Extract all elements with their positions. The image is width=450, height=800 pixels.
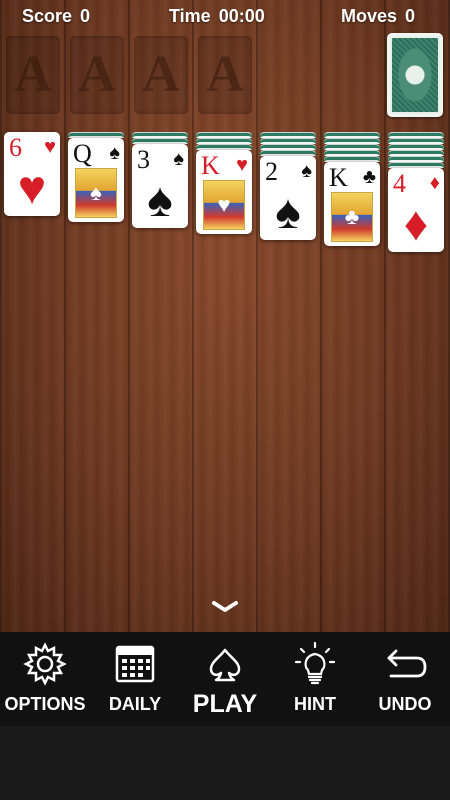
card-rank: 4 bbox=[393, 169, 406, 198]
card-suit-pip: ♥ bbox=[236, 154, 248, 176]
score-label: Score bbox=[22, 6, 73, 26]
face-up-card[interactable]: 4 ♦ ♦ bbox=[388, 168, 444, 252]
chevron-down-icon[interactable] bbox=[206, 598, 244, 616]
hint-label: HINT bbox=[294, 694, 336, 714]
card-suit-pip: ♠ bbox=[173, 148, 184, 170]
time-value: 00:00 bbox=[218, 6, 265, 26]
daily-button[interactable]: DAILY bbox=[90, 632, 180, 726]
card-suit-pip: ♥ bbox=[44, 136, 56, 158]
game-screen: Score 0 Time 00:00 Moves 0 A A A A 6 ♥ ♥ Q ♠ ♠ 3 ♠… bbox=[0, 0, 450, 800]
card-rank: Q bbox=[73, 139, 92, 168]
tableau-pile-4[interactable]: K ♥ ♥ bbox=[196, 132, 254, 234]
calendar-icon bbox=[90, 642, 180, 683]
card-center-suit: ♠ bbox=[275, 186, 301, 239]
tableau-pile-7[interactable]: 4 ♦ ♦ bbox=[388, 132, 446, 252]
score-value: 0 bbox=[80, 6, 91, 26]
card-rank: 2 bbox=[265, 157, 278, 186]
undo-label: UNDO bbox=[378, 694, 432, 714]
wood-table: Score 0 Time 00:00 Moves 0 A A A A 6 ♥ ♥ Q ♠ ♠ 3 ♠… bbox=[0, 0, 450, 632]
undo-arrow-icon bbox=[360, 642, 450, 682]
bottom-toolbar: OPTIONS DAILY PLAY HINT UNDO bbox=[0, 632, 450, 726]
card-suit-pip: ♠ bbox=[301, 160, 312, 182]
card-center-suit: ♠ bbox=[147, 174, 173, 227]
options-label: OPTIONS bbox=[4, 694, 86, 714]
court-card-art: ♠ bbox=[75, 168, 117, 218]
face-up-card[interactable]: 3 ♠ ♠ bbox=[132, 144, 188, 228]
tableau-pile-6[interactable]: K ♣ ♣ bbox=[324, 132, 382, 246]
foundation-placeholder: A bbox=[14, 46, 52, 103]
foundation-pile-4[interactable]: A bbox=[198, 36, 252, 114]
foundation-placeholder: A bbox=[142, 46, 180, 103]
tableau-pile-1[interactable]: 6 ♥ ♥ bbox=[4, 132, 62, 216]
score-display: Score 0 bbox=[22, 6, 90, 27]
spade-icon bbox=[180, 642, 270, 682]
card-center-suit: ♥ bbox=[17, 162, 47, 215]
card-back-pattern bbox=[390, 36, 440, 114]
face-up-card[interactable]: K ♣ ♣ bbox=[324, 162, 380, 246]
foundation-pile-3[interactable]: A bbox=[134, 36, 188, 114]
undo-button[interactable]: UNDO bbox=[360, 632, 450, 726]
card-rank: K bbox=[329, 163, 348, 192]
face-up-card[interactable]: 2 ♠ ♠ bbox=[260, 156, 316, 240]
moves-display: Moves 0 bbox=[341, 6, 415, 27]
time-display: Time 00:00 bbox=[169, 6, 265, 27]
card-suit-pip: ♠ bbox=[109, 142, 120, 164]
lightbulb-icon bbox=[270, 641, 360, 685]
foundation-pile-2[interactable]: A bbox=[70, 36, 124, 114]
foundation-placeholder: A bbox=[206, 46, 244, 103]
tableau-pile-3[interactable]: 3 ♠ ♠ bbox=[132, 132, 190, 228]
moves-label: Moves bbox=[341, 6, 398, 26]
hint-button[interactable]: HINT bbox=[270, 632, 360, 726]
tableau-pile-2[interactable]: Q ♠ ♠ bbox=[68, 132, 126, 222]
card-rank: 3 bbox=[137, 145, 150, 174]
options-button[interactable]: OPTIONS bbox=[0, 632, 90, 726]
card-rank: 6 bbox=[9, 133, 22, 162]
foundation-placeholder: A bbox=[78, 46, 116, 103]
face-up-card[interactable]: Q ♠ ♠ bbox=[68, 138, 124, 222]
card-center-suit: ♦ bbox=[403, 198, 429, 251]
moves-value: 0 bbox=[405, 6, 416, 26]
daily-label: DAILY bbox=[108, 694, 162, 714]
card-rank: K bbox=[201, 151, 220, 180]
stock-pile[interactable] bbox=[387, 33, 443, 117]
court-card-art: ♣ bbox=[331, 192, 373, 242]
play-label: PLAY bbox=[192, 690, 258, 718]
foundation-pile-1[interactable]: A bbox=[6, 36, 60, 114]
time-label: Time bbox=[169, 6, 211, 26]
face-up-card[interactable]: K ♥ ♥ bbox=[196, 150, 252, 234]
gear-icon bbox=[0, 642, 90, 686]
card-suit-pip: ♣ bbox=[362, 166, 376, 188]
face-up-card[interactable]: 6 ♥ ♥ bbox=[4, 132, 60, 216]
play-button[interactable]: PLAY bbox=[180, 632, 270, 726]
court-card-art: ♥ bbox=[203, 180, 245, 230]
card-suit-pip: ♦ bbox=[429, 172, 440, 194]
bottom-bar bbox=[0, 726, 450, 800]
tableau-pile-5[interactable]: 2 ♠ ♠ bbox=[260, 132, 318, 240]
